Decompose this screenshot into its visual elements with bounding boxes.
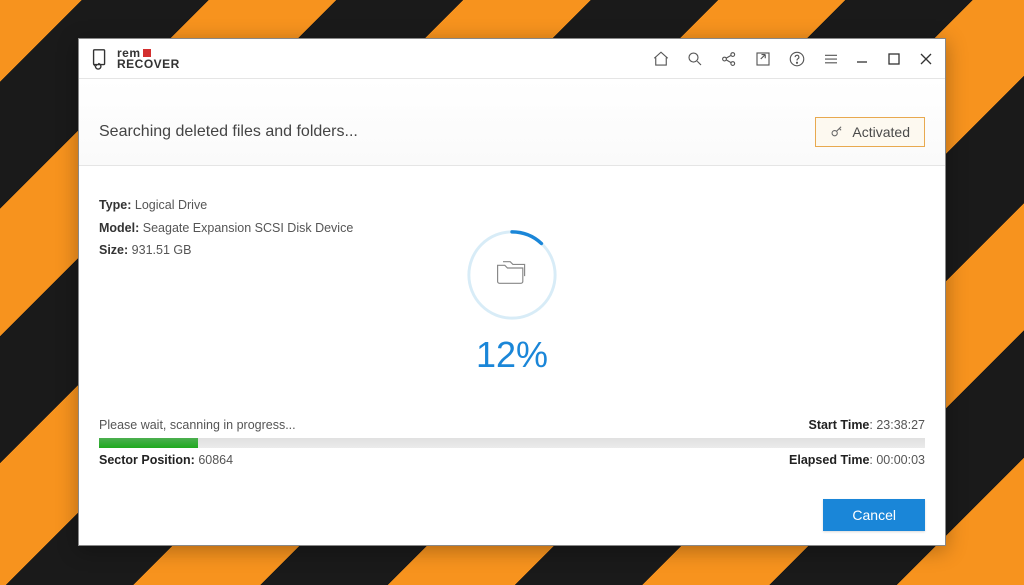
model-value: Seagate Expansion SCSI Disk Device: [143, 221, 354, 235]
type-value: Logical Drive: [135, 198, 207, 212]
titlebar-actions: [651, 49, 841, 69]
maximize-button[interactable]: [885, 50, 903, 68]
drive-type-row: Type: Logical Drive: [99, 194, 925, 217]
progress-bar-fill: [99, 438, 198, 448]
sector-label: Sector Position:: [99, 453, 195, 467]
document-recover-icon: [89, 48, 111, 70]
elapsed-time: Elapsed Time: 00:00:03: [789, 453, 925, 467]
sector-position: Sector Position: 60864: [99, 453, 233, 467]
titlebar: rem RECOVER: [79, 39, 945, 79]
progress-indicator: 12%: [463, 226, 561, 376]
export-icon[interactable]: [753, 49, 773, 69]
cancel-button[interactable]: Cancel: [823, 499, 925, 531]
search-icon[interactable]: [685, 49, 705, 69]
type-label: Type:: [99, 198, 131, 212]
menu-icon[interactable]: [821, 49, 841, 69]
window-controls: [853, 50, 935, 68]
elapsed-label: Elapsed Time: [789, 453, 869, 467]
content-area: Type: Logical Drive Model: Seagate Expan…: [79, 166, 945, 485]
status-row-top: Please wait, scanning in progress... Sta…: [99, 410, 925, 432]
status-row-bottom: Sector Position: 60864 Elapsed Time: 00:…: [99, 453, 925, 467]
size-label: Size:: [99, 243, 128, 257]
sector-value: 60864: [198, 453, 233, 467]
activation-badge[interactable]: Activated: [815, 117, 925, 147]
percent-text: 12%: [476, 334, 548, 376]
model-label: Model:: [99, 221, 139, 235]
start-time-value: : 23:38:27: [869, 418, 925, 432]
header-section: Searching deleted files and folders... A…: [79, 79, 945, 166]
close-button[interactable]: [917, 50, 935, 68]
app-window: rem RECOVER: [78, 38, 946, 546]
minimize-button[interactable]: [853, 50, 871, 68]
app-logo: rem RECOVER: [89, 48, 180, 70]
wait-text: Please wait, scanning in progress...: [99, 418, 296, 432]
start-time-label: Start Time: [808, 418, 869, 432]
progress-bar: [99, 438, 925, 448]
size-value: 931.51 GB: [132, 243, 192, 257]
activated-label: Activated: [852, 124, 910, 140]
help-icon[interactable]: [787, 49, 807, 69]
key-icon: [830, 125, 844, 139]
elapsed-value: : 00:00:03: [869, 453, 925, 467]
share-icon[interactable]: [719, 49, 739, 69]
footer: Cancel: [79, 485, 945, 545]
start-time: Start Time: 23:38:27: [808, 418, 925, 432]
page-title: Searching deleted files and folders...: [99, 123, 358, 141]
folder-icon: [494, 258, 530, 293]
logo-text-bottom: RECOVER: [117, 59, 180, 69]
home-icon[interactable]: [651, 49, 671, 69]
